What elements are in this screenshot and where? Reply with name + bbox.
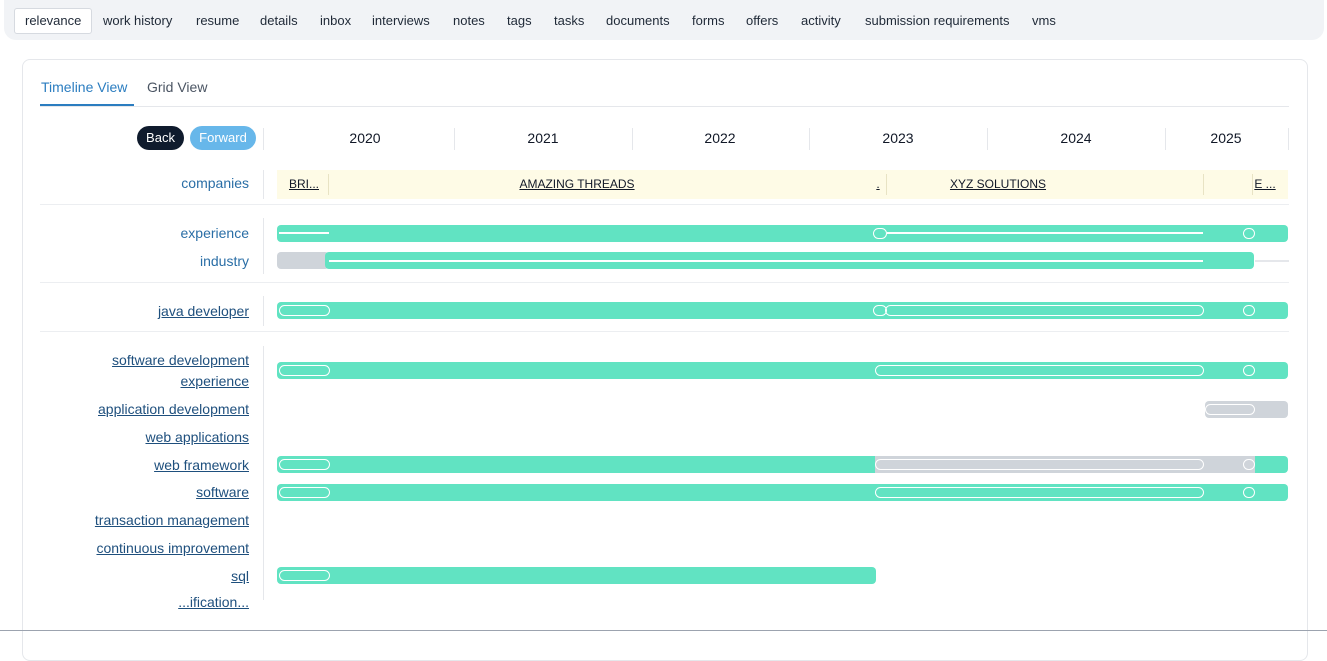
company-e-label: E ... <box>1254 177 1276 191</box>
row-divider <box>40 331 1289 332</box>
timeline-card: Timeline View Grid View Back Forward 202… <box>22 59 1308 661</box>
web-framework-bar-ring <box>875 459 1204 470</box>
software-development-experience-link[interactable]: experience <box>181 371 250 392</box>
back-button[interactable]: Back <box>137 126 184 150</box>
forward-button[interactable]: Forward <box>190 126 256 150</box>
year-divider <box>1165 128 1166 150</box>
year-divider <box>809 128 810 150</box>
tab-grid-view[interactable]: Grid View <box>147 79 207 95</box>
nav-tab-inbox[interactable]: inbox <box>310 9 361 33</box>
application-development-bar-ring <box>1205 404 1255 415</box>
sql-bar <box>277 567 876 584</box>
software-development-bar-ring <box>1243 365 1255 376</box>
software-bar-ring <box>875 487 1204 498</box>
nav-tab-offers[interactable]: offers <box>736 9 788 33</box>
experience-bar-line <box>279 232 329 234</box>
continuous-improvement-link[interactable]: continuous improvement <box>96 538 249 559</box>
sql-bar-ring <box>279 570 330 581</box>
nav-tab-details[interactable]: details <box>250 9 308 33</box>
row-divider <box>40 204 1289 205</box>
web-framework-bar-ring <box>1243 459 1255 470</box>
web-applications-link[interactable]: web applications <box>145 427 249 448</box>
experience-bar-ring <box>1243 228 1255 239</box>
nav-tab-relevance[interactable]: relevance <box>14 8 93 34</box>
year-2020: 2020 <box>349 130 381 146</box>
company-xyz-solutions[interactable]: XYZ SOLUTIONS <box>887 170 1109 199</box>
company-divider <box>1203 174 1204 195</box>
java-developer-bar-ring <box>279 305 330 316</box>
sql-link[interactable]: sql <box>231 566 249 587</box>
industry-bar-tail <box>1255 260 1289 262</box>
nav-tab-notes[interactable]: notes <box>443 9 495 33</box>
row-divider <box>40 282 1289 283</box>
nav-tab-tasks[interactable]: tasks <box>544 9 594 33</box>
web-framework-bar-ring <box>279 459 330 470</box>
nav-tab-resume[interactable]: resume <box>186 9 249 33</box>
year-divider <box>263 128 264 150</box>
nav-tab-activity[interactable]: activity <box>791 9 851 33</box>
company-unnamed[interactable]: . <box>873 170 883 199</box>
nav-tab-tags[interactable]: tags <box>497 9 542 33</box>
industry-bar-partial <box>277 252 329 269</box>
company-xyz-solutions-label: XYZ SOLUTIONS <box>949 177 1047 191</box>
tab-divider <box>40 106 1289 107</box>
year-divider <box>632 128 633 150</box>
industry-bar-line <box>329 260 1203 262</box>
year-divider <box>987 128 988 150</box>
software-development-bar-ring <box>875 365 1204 376</box>
year-2025: 2025 <box>1210 130 1242 146</box>
label-divider <box>263 170 264 199</box>
year-2024: 2024 <box>1060 130 1092 146</box>
company-amazing-threads-label: AMAZING THREADS <box>519 177 635 191</box>
year-2023: 2023 <box>882 130 914 146</box>
companies-label: companies <box>181 175 249 191</box>
label-divider <box>263 218 264 274</box>
nav-tab-interviews[interactable]: interviews <box>362 9 440 33</box>
company-e[interactable]: E ... <box>1253 170 1277 199</box>
software-link[interactable]: software <box>196 482 249 503</box>
java-developer-bar-ring <box>885 305 1204 316</box>
top-nav-bar: relevance work history resume details in… <box>4 0 1324 40</box>
java-developer-bar-ring <box>1243 305 1255 316</box>
software-development-bar-ring <box>279 365 330 376</box>
nav-tab-documents[interactable]: documents <box>596 9 680 33</box>
company-bri[interactable]: BRI... <box>281 170 327 199</box>
web-framework-link[interactable]: web framework <box>154 455 249 476</box>
application-development-link[interactable]: application development <box>98 399 249 420</box>
experience-label: experience <box>180 225 250 241</box>
year-2021: 2021 <box>527 130 559 146</box>
transaction-management-link[interactable]: transaction management <box>95 510 249 531</box>
year-2022: 2022 <box>704 130 736 146</box>
nav-tab-forms[interactable]: forms <box>682 9 735 33</box>
nav-tab-vms[interactable]: vms <box>1022 9 1066 33</box>
label-divider <box>263 346 264 600</box>
company-amazing-threads[interactable]: AMAZING THREADS <box>329 170 825 199</box>
java-developer-link[interactable]: java developer <box>158 301 249 322</box>
experience-bar-line <box>887 232 1203 234</box>
company-unnamed-label: . <box>876 177 880 191</box>
active-tab-indicator <box>40 104 134 106</box>
industry-label: industry <box>199 253 249 269</box>
nav-tab-work-history[interactable]: work history <box>93 9 182 33</box>
software-development-link[interactable]: software development <box>112 350 249 371</box>
experience-bar <box>277 225 1288 242</box>
tab-timeline-view[interactable]: Timeline View <box>41 79 127 95</box>
experience-bar-ring <box>873 228 887 239</box>
software-bar-ring <box>279 487 330 498</box>
cutoff-skill-link[interactable]: ...ification... <box>178 592 249 613</box>
company-bri-label: BRI... <box>288 177 319 191</box>
software-bar-ring <box>1243 487 1255 498</box>
year-divider <box>454 128 455 150</box>
year-divider <box>1288 128 1289 150</box>
label-divider <box>263 296 264 326</box>
nav-tab-submission-requirements[interactable]: submission requirements <box>855 9 1020 33</box>
